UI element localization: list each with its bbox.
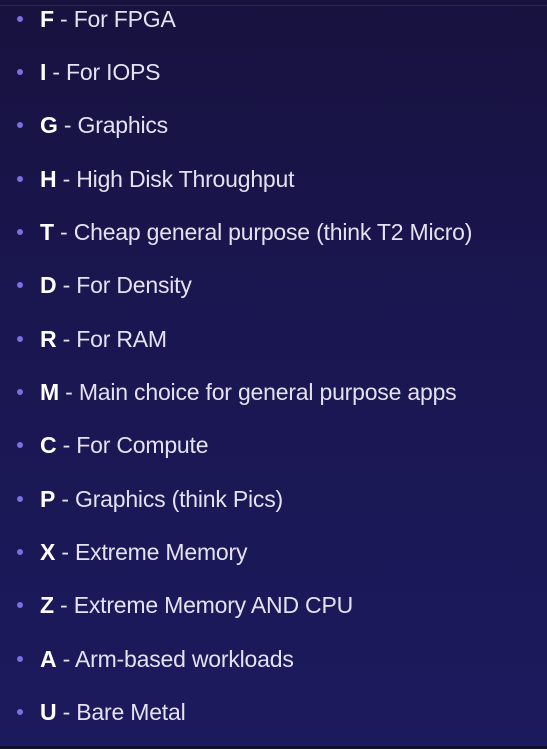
list-item-separator: - [56, 326, 77, 352]
list-item-description: Main choice for general purpose apps [78, 379, 457, 405]
list-item: I - For IOPS [0, 57, 547, 87]
list-item-separator: - [53, 6, 74, 32]
list-item: U - Bare Metal [0, 697, 547, 727]
list-item-text: T - Cheap general purpose (think T2 Micr… [40, 217, 472, 247]
list-item-description: For Density [76, 272, 192, 298]
list-item-letter: R [40, 326, 57, 352]
bullet-icon [17, 656, 23, 662]
list-item-text: I - For IOPS [40, 57, 161, 87]
list-item-description: Arm-based workloads [75, 646, 294, 672]
list-item: P - Graphics (think Pics) [0, 484, 547, 514]
list-item-separator: - [55, 486, 75, 512]
list-item-separator: - [56, 432, 77, 458]
list-item-separator: - [56, 699, 77, 725]
list-item-text: R - For RAM [40, 324, 167, 354]
list-item-letter: Z [40, 592, 54, 618]
list-item-text: C - For Compute [40, 430, 208, 460]
list-item-letter: X [40, 539, 56, 565]
list-item-separator: - [57, 112, 78, 138]
bullet-icon [17, 549, 23, 555]
list-item-description: Graphics (think Pics) [75, 486, 283, 512]
list-item: Z - Extreme Memory AND CPU [0, 590, 547, 620]
list-item: R - For RAM [0, 324, 547, 354]
list-item-separator: - [55, 539, 75, 565]
list-item-text: F - For FPGA [40, 4, 176, 34]
bullet-icon [17, 229, 23, 235]
bullet-icon [17, 389, 23, 395]
bullet-icon [17, 496, 23, 502]
list-item-text: Z - Extreme Memory AND CPU [40, 590, 353, 620]
list-item-description: For FPGA [73, 6, 176, 32]
list-item-letter: M [40, 379, 59, 405]
bullet-icon [17, 282, 23, 288]
list-item-description: For IOPS [66, 59, 161, 85]
list-item: C - For Compute [0, 430, 547, 460]
list-item-separator: - [53, 219, 74, 245]
list-item-text: U - Bare Metal [40, 697, 186, 727]
list-item-letter: C [40, 432, 57, 458]
list-item-description: Graphics [77, 112, 169, 138]
list-item-description: High Disk Throughput [76, 166, 295, 192]
list-item-text: P - Graphics (think Pics) [40, 484, 283, 514]
list-item-separator: - [56, 272, 77, 298]
list-item-description: Bare Metal [76, 699, 186, 725]
list-item-separator: - [56, 166, 77, 192]
list-item: T - Cheap general purpose (think T2 Micr… [0, 217, 547, 247]
list-item-letter: G [40, 112, 58, 138]
list-item-letter: H [40, 166, 57, 192]
list-item: D - For Density [0, 270, 547, 300]
list-item-text: M - Main choice for general purpose apps [40, 377, 457, 407]
list-item-separator: - [53, 592, 74, 618]
list-item-text: X - Extreme Memory [40, 537, 247, 567]
list-item-letter: U [40, 699, 57, 725]
list-item-description: Extreme Memory AND CPU [73, 592, 354, 618]
bullet-icon [17, 69, 23, 75]
list-item-separator: - [46, 59, 67, 85]
list-item-description: Cheap general purpose (think T2 Micro) [73, 219, 473, 245]
list-item-text: D - For Density [40, 270, 192, 300]
list-item: X - Extreme Memory [0, 537, 547, 567]
list-item-separator: - [58, 379, 79, 405]
list-item-description: Extreme Memory [75, 539, 248, 565]
list-item-separator: - [56, 646, 75, 672]
list-item-letter: D [40, 272, 57, 298]
bullet-icon [17, 122, 23, 128]
bullet-icon [17, 709, 23, 715]
list-item: M - Main choice for general purpose apps [0, 377, 547, 407]
list-item-letter: T [40, 219, 54, 245]
list-item-text: H - High Disk Throughput [40, 164, 294, 194]
bullet-icon [17, 176, 23, 182]
list-item: F - For FPGA [0, 4, 547, 34]
list-item-letter: P [40, 486, 56, 512]
list-item: H - High Disk Throughput [0, 164, 547, 194]
bullet-icon [17, 336, 23, 342]
list-item-letter: F [40, 6, 54, 32]
bullet-icon [17, 16, 23, 22]
list-item-text: G - Graphics [40, 110, 168, 140]
bullet-icon [17, 602, 23, 608]
list-item-text: A - Arm-based workloads [40, 644, 294, 674]
list-item-description: For RAM [76, 326, 167, 352]
list-item: A - Arm-based workloads [0, 644, 547, 674]
list-item: G - Graphics [0, 110, 547, 140]
list-item-letter: A [40, 646, 57, 672]
list-item-description: For Compute [76, 432, 209, 458]
bullet-icon [17, 442, 23, 448]
